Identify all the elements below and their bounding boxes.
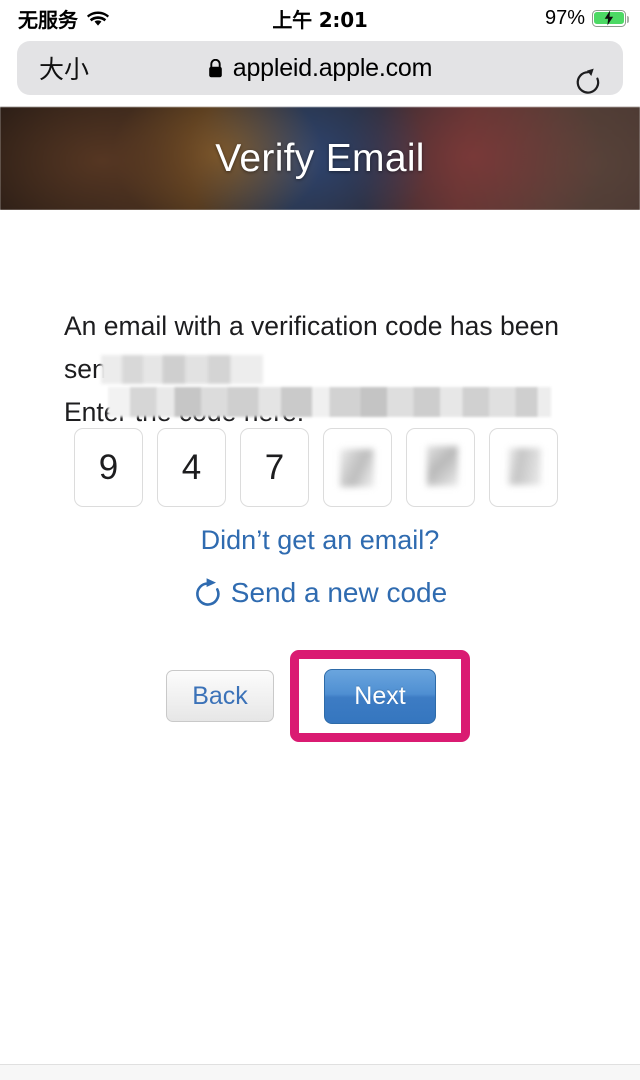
send-new-code-link[interactable]: Send a new code bbox=[0, 577, 640, 609]
browser-toolbar: 大小 appleid.apple.com bbox=[0, 36, 640, 100]
phone-screen: 无服务 上午 2:01 97% 大小 appleid.apple.com Ver… bbox=[0, 0, 640, 1080]
address-bar[interactable]: 大小 appleid.apple.com bbox=[17, 41, 623, 95]
page-title: Verify Email bbox=[215, 136, 425, 180]
code-digit-4[interactable] bbox=[323, 428, 392, 507]
code-digit-2[interactable]: 4 bbox=[157, 428, 226, 507]
form-actions: Back Next bbox=[0, 650, 640, 742]
paragraph-line-1: An email with a verification code has be… bbox=[64, 311, 559, 341]
status-bar: 无服务 上午 2:01 97% bbox=[0, 0, 640, 36]
clock-label: 上午 2:01 bbox=[272, 7, 368, 32]
next-button[interactable]: Next bbox=[324, 668, 436, 724]
battery-charging-icon bbox=[592, 9, 630, 27]
instructions-text: An email with a verification code has be… bbox=[64, 305, 564, 434]
code-digit-1[interactable]: 9 bbox=[74, 428, 143, 507]
battery-percent-label: 97% bbox=[544, 6, 585, 29]
send-new-code-label: Send a new code bbox=[230, 577, 448, 608]
code-digit-6[interactable] bbox=[489, 428, 558, 507]
lock-icon bbox=[208, 58, 223, 78]
code-digit-5[interactable] bbox=[406, 428, 475, 507]
code-digit-3[interactable]: 7 bbox=[240, 428, 309, 507]
refresh-icon bbox=[193, 577, 223, 609]
status-bar-right: 97% bbox=[544, 0, 630, 36]
paragraph-line-2: sent bbox=[64, 348, 564, 417]
back-button[interactable]: Back bbox=[166, 670, 274, 722]
browser-bottom-bar bbox=[0, 1064, 640, 1080]
address-bar-center: appleid.apple.com bbox=[17, 54, 623, 83]
page-content: An email with a verification code has be… bbox=[0, 210, 640, 1065]
next-button-highlight: Next bbox=[290, 650, 470, 742]
url-text: appleid.apple.com bbox=[232, 53, 433, 82]
verification-code-inputs: 9 4 7 bbox=[74, 428, 558, 507]
redaction-block-line1 bbox=[101, 355, 263, 384]
didnt-get-email-link[interactable]: Didn’t get an email? bbox=[0, 525, 640, 556]
paragraph-line-2-prefix: sent bbox=[64, 354, 115, 384]
